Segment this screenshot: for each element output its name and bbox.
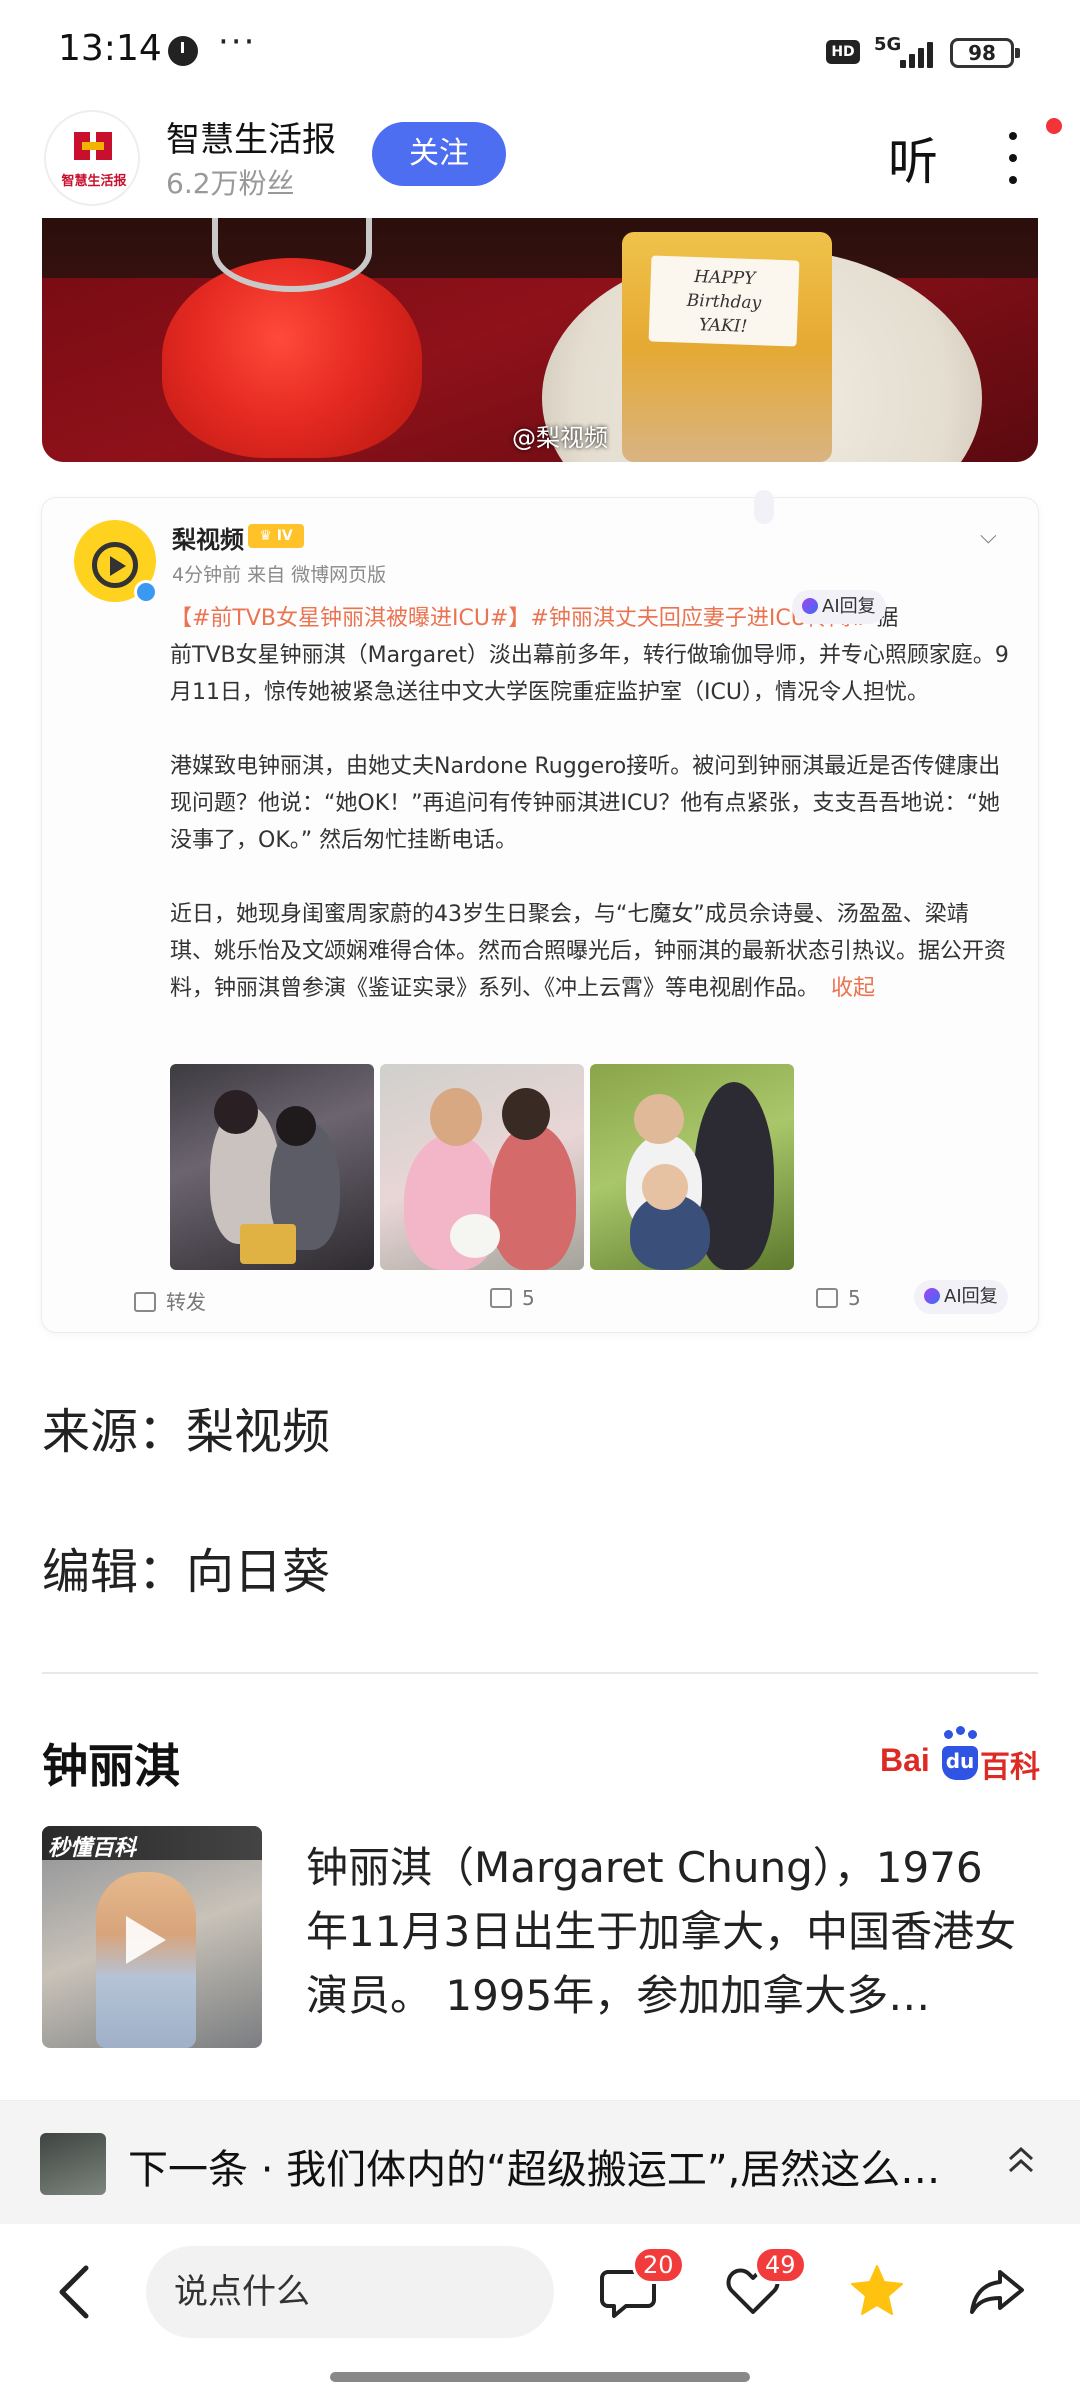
like-count: 5 (848, 1286, 861, 1310)
source-logo-icon (74, 132, 112, 160)
baidu-baike-logo: Bai du 百科 (880, 1726, 1040, 1786)
ai-reply-label-bottom: AI回复 (944, 1286, 998, 1307)
screen-recorder-icon (168, 36, 198, 66)
weibo-post-text: 【#前TVB女星钟丽淇被曝进ICU#】#钟丽淇丈夫回应妻子进ICU传闻# 据前T… (170, 600, 1010, 1044)
weibo-image-grid (170, 1064, 810, 1270)
share-arrow-icon (970, 2270, 1024, 2314)
share-icon (134, 1292, 156, 1312)
battery-icon: 98 (950, 38, 1020, 68)
play-icon (92, 542, 138, 588)
signal-icon (900, 40, 940, 68)
ai-reply-label: AI回复 (822, 596, 876, 617)
comment-count: 5 (522, 1286, 535, 1310)
verified-icon (134, 580, 158, 604)
weibo-paragraph-3: 近日，她现身闺蜜周家蔚的43岁生日聚会，与“七魔女”成员佘诗曼、汤盈盈、梁靖琪、… (170, 896, 1010, 1007)
weibo-author-avatar[interactable] (74, 520, 158, 604)
repost-label: 转发 (166, 1290, 206, 1314)
hd-icon: HD (826, 40, 860, 64)
like-action[interactable]: 5 (816, 1286, 861, 1310)
ai-reply-button-bottom[interactable]: AI回复 (914, 1280, 1008, 1314)
source-followers: 6.2万粉丝 (166, 167, 295, 200)
weibo-image-3[interactable] (590, 1064, 794, 1270)
baike-description[interactable]: 钟丽淇（Margaret Chung），1976年11月3日出生于加拿大，中国香… (306, 1836, 1018, 2028)
ai-reply-button-top[interactable]: AI回复 (792, 590, 886, 624)
home-indicator[interactable] (330, 2372, 750, 2382)
weibo-image-1[interactable] (170, 1064, 374, 1270)
baike-video-thumbnail[interactable]: 秒懂百科 (42, 1826, 262, 2048)
like-button[interactable]: 49 (720, 2246, 807, 2322)
star-icon (851, 2265, 903, 2315)
comments-button[interactable]: 20 (598, 2246, 685, 2322)
share-button[interactable] (964, 2258, 1030, 2322)
section-divider (42, 1672, 1038, 1674)
status-time: 13:14 (58, 28, 162, 69)
next-article-thumbnail (40, 2133, 106, 2195)
notification-dot (1046, 118, 1062, 134)
chevron-down-icon[interactable]: ⌵ (980, 524, 997, 549)
weibo-hashtag-1[interactable]: 【#前TVB女星钟丽淇被曝进ICU#】 (170, 606, 530, 631)
source-logo-text: 智慧生活报 (61, 174, 127, 189)
more-options-button[interactable] (1004, 128, 1020, 188)
photo-watermark: @梨视频 (512, 424, 608, 452)
favorite-button[interactable] (844, 2258, 910, 2322)
photo-birthday-card: HAPPY Birthday YAKI! (648, 255, 800, 347)
comment-action[interactable]: 5 (490, 1286, 535, 1310)
article-header: 智慧生活报 智慧生活报 6.2万粉丝 关注 听 (0, 100, 1080, 220)
article-photo-cakes[interactable]: HAPPY Birthday YAKI! @梨视频 (42, 218, 1038, 462)
weibo-paragraph-3-body: 近日，她现身闺蜜周家蔚的43岁生日聚会，与“七魔女”成员佘诗曼、汤盈盈、梁靖琪、… (170, 902, 1007, 1001)
weibo-paragraph-1: 【#前TVB女星钟丽淇被曝进ICU#】#钟丽淇丈夫回应妻子进ICU传闻# 据前T… (170, 600, 1010, 711)
article-source: 来源：梨视频 (42, 1404, 331, 1460)
collapse-link[interactable]: 收起 (831, 976, 875, 1001)
network-type: 5G (874, 34, 902, 55)
next-article-bar[interactable]: 下一条 · 我们体内的“超级搬运工”,居然这么… (0, 2100, 1080, 2224)
baike-title[interactable]: 钟丽淇 (42, 1730, 180, 1796)
weibo-image-2[interactable] (380, 1064, 584, 1270)
comments-badge: 20 (632, 2246, 685, 2284)
weibo-post-card[interactable]: 梨视频 ♛ IV 4分钟前 来自 微博网页版 ⌵ 【#前TVB女星钟丽淇被曝进I… (42, 490, 1038, 1332)
ai-icon (802, 598, 818, 614)
thumbnail-label: 秒懂百科 (48, 1836, 137, 1861)
back-arrow-icon[interactable] (50, 2262, 100, 2322)
weibo-actions: 转发 5 5 AI回复 (42, 1276, 1038, 1326)
weibo-vip-badge: ♛ IV (248, 524, 304, 548)
follow-button[interactable]: 关注 (372, 122, 506, 186)
likes-badge: 49 (754, 2246, 807, 2284)
logo-du: du (942, 1746, 978, 1780)
thumbs-up-icon (816, 1288, 838, 1308)
status-bar: 13:14 ··· HD 5G 98 (0, 0, 1080, 100)
card-line-3: YAKI! (698, 315, 748, 337)
weibo-author-name[interactable]: 梨视频 (172, 520, 244, 555)
logo-bai: Bai (880, 1742, 930, 1778)
comment-icon (490, 1288, 512, 1308)
weibo-paragraph-1-body: 前TVB女星钟丽淇（Margaret）淡出幕前多年，转行做瑜伽导师，并专心照顾家… (170, 643, 1009, 705)
comment-input[interactable]: 说点什么 (146, 2246, 554, 2338)
weibo-paragraph-2: 港媒致电钟丽淇，由她丈夫Nardone Ruggero接听。被问到钟丽淇最近是否… (170, 754, 1001, 853)
weibo-post-time: 4分钟前 来自 微博网页版 (172, 564, 387, 586)
repost-button[interactable]: 转发 (134, 1286, 206, 1315)
listen-button[interactable]: 听 (888, 122, 938, 194)
source-avatar[interactable]: 智慧生活报 (44, 110, 140, 206)
ai-reply-chip-top[interactable] (754, 490, 774, 524)
ai-icon (924, 1288, 940, 1304)
logo-baike: 百科 (980, 1750, 1040, 1785)
status-more-dots: ··· (218, 22, 257, 62)
bottom-toolbar: 说点什么 20 49 (0, 2224, 1080, 2400)
chevron-up-icon[interactable] (1008, 2141, 1034, 2181)
source-name[interactable]: 智慧生活报 (166, 112, 336, 161)
next-article-title[interactable]: 下一条 · 我们体内的“超级搬运工”,居然这么… (128, 2137, 988, 2195)
article-editor: 编辑：向日葵 (42, 1544, 331, 1600)
play-icon (126, 1916, 166, 1964)
